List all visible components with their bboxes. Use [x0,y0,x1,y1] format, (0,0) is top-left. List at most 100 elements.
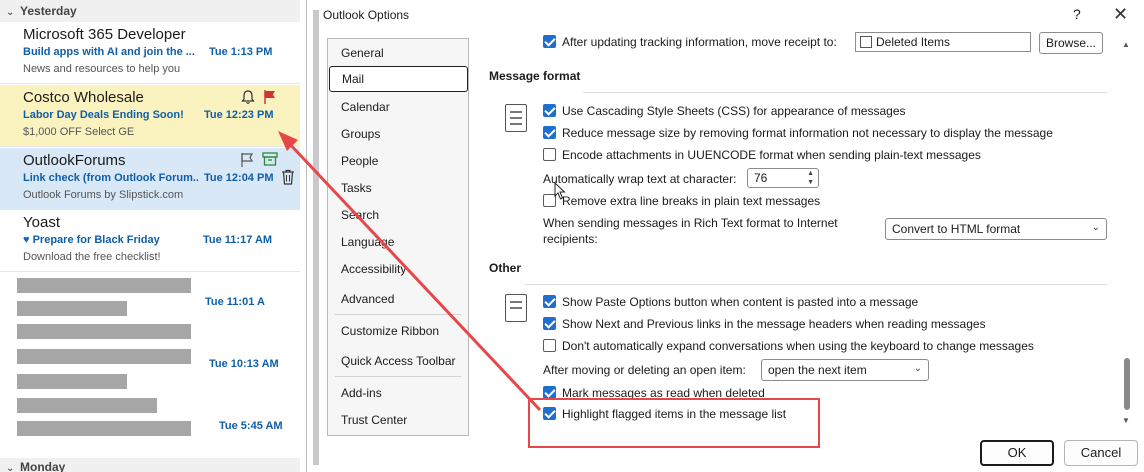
close-button[interactable]: ✕ [1113,4,1128,25]
redacted-block [17,421,191,436]
message-format-icon [505,104,527,132]
reduce-size-label: Reduce message size by removing format i… [562,126,1053,140]
dialog-edge [313,10,319,465]
reduce-size-option[interactable]: Reduce message size by removing format i… [543,126,1053,140]
tracking-move-label: After updating tracking information, mov… [562,35,837,49]
message-list: ⌄ Yesterday Microsoft 365 Developer Build… [0,0,300,472]
spin-arrows-icon[interactable]: ▲ ▼ [807,169,814,187]
paste-options-option[interactable]: Show Paste Options button when content i… [543,295,918,309]
browse-button[interactable]: Browse... [1039,32,1103,54]
category-mail[interactable]: Mail [329,66,468,92]
flag-outline-icon[interactable] [240,152,254,171]
category-accessibility[interactable]: Accessibility [341,262,406,276]
tracking-folder-field[interactable]: Deleted Items [855,32,1031,52]
redacted-block [17,278,191,293]
category-quick-access-toolbar[interactable]: Quick Access Toolbar [341,354,456,368]
options-scrollbar[interactable]: ▲ ▼ [1121,36,1133,425]
mail-sender: Microsoft 365 Developer [23,26,186,43]
category-trust-center[interactable]: Trust Center [341,413,407,427]
reduce-size-checkbox[interactable] [543,126,556,139]
redacted-block [17,301,127,316]
uuencode-checkbox[interactable] [543,148,556,161]
redacted-block [17,374,127,389]
clipboard-envelope-icon [505,294,527,322]
category-people[interactable]: People [341,154,378,168]
rich-text-value: Convert to HTML format [892,222,1021,236]
chevron-down-icon: ⌄ [6,463,15,472]
css-option[interactable]: Use Cascading Style Sheets (CSS) for app… [543,104,906,118]
mail-options-pane: After updating tracking information, mov… [483,28,1113,448]
mouse-cursor-icon [554,181,566,205]
remove-breaks-label: Remove extra line breaks in plain text m… [562,194,821,208]
mail-time: Tue 5:45 AM [219,420,283,432]
category-general[interactable]: General [341,46,384,60]
help-button[interactable]: ? [1073,6,1081,22]
folder-icon [860,36,872,48]
paste-options-checkbox[interactable] [543,295,556,308]
css-checkbox[interactable] [543,104,556,117]
rich-text-label-line2: recipients: [543,232,598,246]
category-separator [335,376,461,377]
flag-icon[interactable] [263,89,277,108]
chevron-down-icon: ⌄ [913,363,922,374]
tracking-move-checkbox[interactable] [543,35,556,48]
section-divider [525,284,1107,285]
group-header-yesterday[interactable]: ⌄ Yesterday [0,0,300,22]
dialog-title: Outlook Options [323,8,410,22]
heart-icon: ♥ [23,234,30,246]
ok-button[interactable]: OK [980,440,1054,466]
after-moving-label: After moving or deleting an open item: [543,363,746,377]
list-item[interactable]: Costco Wholesale Labor Day Deals Ending … [0,85,300,147]
category-calendar[interactable]: Calendar [341,100,390,114]
tracking-move-option[interactable]: After updating tracking information, mov… [543,35,837,49]
scroll-down-icon[interactable]: ▼ [1122,416,1130,425]
scrollbar-thumb[interactable] [1124,358,1130,410]
expand-conversations-label: Don't automatically expand conversations… [562,339,1034,353]
mail-subject: Link check (from Outlook Forum... [23,172,198,184]
next-previous-option[interactable]: Show Next and Previous links in the mess… [543,317,986,331]
mail-sender: Costco Wholesale [23,89,144,106]
css-label: Use Cascading Style Sheets (CSS) for app… [562,104,906,118]
rich-text-dropdown[interactable]: Convert to HTML format ⌄ [885,218,1107,240]
scroll-up-icon[interactable]: ▲ [1122,40,1130,49]
archive-icon[interactable] [262,152,278,169]
category-tasks[interactable]: Tasks [341,181,372,195]
mail-subject: ♥ Prepare for Black Friday [23,234,198,246]
list-item[interactable]: OutlookForums Link check (from Outlook F… [0,148,300,210]
mail-preview: Outlook Forums by Slipstick.com [23,189,184,201]
list-item[interactable]: Microsoft 365 Developer Build apps with … [0,22,300,84]
wrap-label: Automatically wrap text at character: [543,172,737,186]
annotation-highlight-box [528,398,820,448]
category-add-ins[interactable]: Add-ins [341,386,382,400]
wrap-character-stepper[interactable]: 76 ▲ ▼ [747,168,819,188]
category-advanced[interactable]: Advanced [341,292,394,306]
uuencode-option[interactable]: Encode attachments in UUENCODE format wh… [543,148,981,162]
category-search[interactable]: Search [341,208,379,222]
redacted-block [17,349,191,364]
list-item[interactable]: Yoast ♥ Prepare for Black Friday Tue 11:… [0,210,300,272]
redacted-block [17,398,157,413]
next-previous-checkbox[interactable] [543,317,556,330]
delete-icon[interactable] [281,169,295,188]
after-moving-dropdown[interactable]: open the next item ⌄ [761,359,929,381]
category-language[interactable]: Language [341,235,394,249]
category-groups[interactable]: Groups [341,127,380,141]
mail-preview: News and resources to help you [23,63,181,75]
mail-preview: $1,000 OFF Select GE [23,126,135,138]
expand-conversations-checkbox[interactable] [543,339,556,352]
mail-sender: Yoast [23,214,60,231]
chevron-down-icon: ⌄ [6,7,15,18]
mail-preview: Download the free checklist! [23,251,161,263]
remove-breaks-option[interactable]: Remove extra line breaks in plain text m… [543,194,820,208]
chevron-down-icon: ⌄ [1091,222,1100,233]
next-previous-label: Show Next and Previous links in the mess… [562,317,986,331]
section-title-message-format: Message format [489,69,581,83]
expand-conversations-option[interactable]: Don't automatically expand conversations… [543,339,1034,353]
mail-sender: OutlookForums [23,152,126,169]
group-label: Monday [20,460,66,472]
group-header-monday[interactable]: ⌄ Monday [0,458,300,472]
mail-time: Tue 11:01 A [205,296,265,308]
category-customize-ribbon[interactable]: Customize Ribbon [341,324,439,338]
bell-icon[interactable] [240,89,256,108]
cancel-button[interactable]: Cancel [1064,440,1138,466]
